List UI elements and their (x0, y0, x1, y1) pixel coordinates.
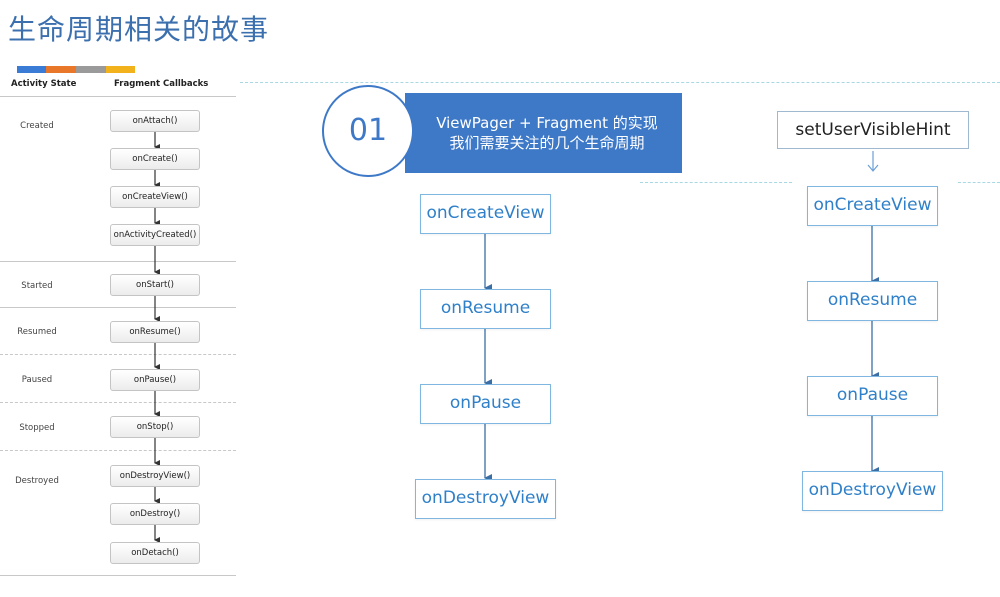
flow-right-on-resume: onResume (807, 281, 938, 321)
flow-left-on-resume: onResume (420, 289, 551, 329)
flow-right-on-destroy-view: onDestroyView (802, 471, 943, 511)
flow-left-on-create-view: onCreateView (420, 194, 551, 234)
flow-right-on-create-view: onCreateView (807, 186, 938, 226)
flow-left-on-destroy-view: onDestroyView (415, 479, 556, 519)
flow-left-on-pause: onPause (420, 384, 551, 424)
set-user-visible-hint-box: setUserVisibleHint (777, 111, 969, 149)
flow-right-on-pause: onPause (807, 376, 938, 416)
